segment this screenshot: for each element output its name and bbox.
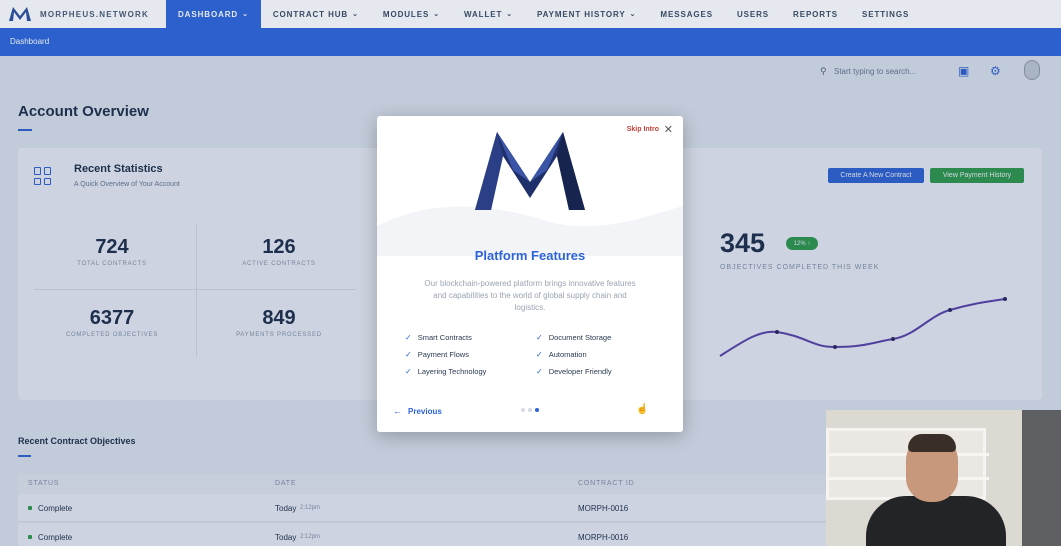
hand-cursor-icon: ☝ bbox=[636, 404, 649, 415]
previous-button[interactable]: ← Previous bbox=[393, 406, 442, 416]
modal-title: Platform Features bbox=[474, 248, 586, 263]
step-dots bbox=[521, 408, 539, 412]
modal-description: Our blockchain-powered platform brings i… bbox=[424, 279, 636, 312]
morpheus-logo-icon[interactable] bbox=[0, 0, 40, 28]
intro-modal: Skip Intro ✕ Platform Features Our block… bbox=[377, 116, 683, 432]
arrow-left-icon: ← bbox=[393, 406, 402, 416]
top-nav: MORPHEUS.NETWORK DASHBOARD ⌄ CONTRACT HUB… bbox=[0, 0, 1061, 28]
brand-name: MORPHEUS.NETWORK bbox=[40, 9, 149, 19]
check-icon: ✓ bbox=[405, 367, 412, 376]
step-dot[interactable] bbox=[521, 408, 525, 412]
skip-intro-link[interactable]: Skip Intro bbox=[627, 126, 659, 133]
nav-modules[interactable]: MODULES ⌄ bbox=[371, 0, 452, 28]
morpheus-logo-icon bbox=[475, 132, 585, 210]
feature-item: ✓ Smart Contracts bbox=[405, 333, 472, 342]
nav-dashboard[interactable]: DASHBOARD ⌄ bbox=[166, 0, 261, 28]
feature-item: ✓ Layering Technology bbox=[405, 367, 487, 376]
check-icon: ✓ bbox=[405, 350, 412, 359]
nav-users[interactable]: USERS bbox=[725, 0, 781, 28]
webcam-video bbox=[826, 410, 1061, 546]
chevron-down-icon: ⌄ bbox=[242, 11, 249, 18]
check-icon: ✓ bbox=[536, 367, 543, 376]
chevron-down-icon: ⌄ bbox=[629, 11, 637, 18]
step-dot[interactable] bbox=[528, 408, 532, 412]
check-icon: ✓ bbox=[536, 333, 543, 342]
feature-item: ✓ Automation bbox=[536, 350, 587, 359]
chevron-down-icon: ⌄ bbox=[352, 11, 359, 18]
nav-contract-hub[interactable]: CONTRACT HUB ⌄ bbox=[261, 0, 371, 28]
nav-wallet[interactable]: WALLET ⌄ bbox=[452, 0, 525, 28]
feature-item: ✓ Payment Flows bbox=[405, 350, 469, 359]
chevron-down-icon: ⌄ bbox=[433, 11, 440, 18]
check-icon: ✓ bbox=[536, 350, 543, 359]
person-body bbox=[866, 496, 1006, 546]
sub-nav: Dashboard bbox=[0, 28, 1061, 56]
step-dot-active[interactable] bbox=[535, 408, 539, 412]
feature-item: ✓ Document Storage bbox=[536, 333, 612, 342]
feature-item: ✓ Developer Friendly bbox=[536, 367, 612, 376]
breadcrumb[interactable]: Dashboard bbox=[10, 37, 49, 46]
check-icon: ✓ bbox=[405, 333, 412, 342]
nav-messages[interactable]: MESSAGES bbox=[648, 0, 725, 28]
close-icon[interactable]: ✕ bbox=[664, 123, 673, 136]
nav-reports[interactable]: REPORTS bbox=[781, 0, 850, 28]
chevron-down-icon: ⌄ bbox=[506, 11, 514, 18]
nav-settings[interactable]: SETTINGS bbox=[850, 0, 921, 28]
nav-payment-history[interactable]: PAYMENT HISTORY ⌄ bbox=[525, 0, 648, 28]
